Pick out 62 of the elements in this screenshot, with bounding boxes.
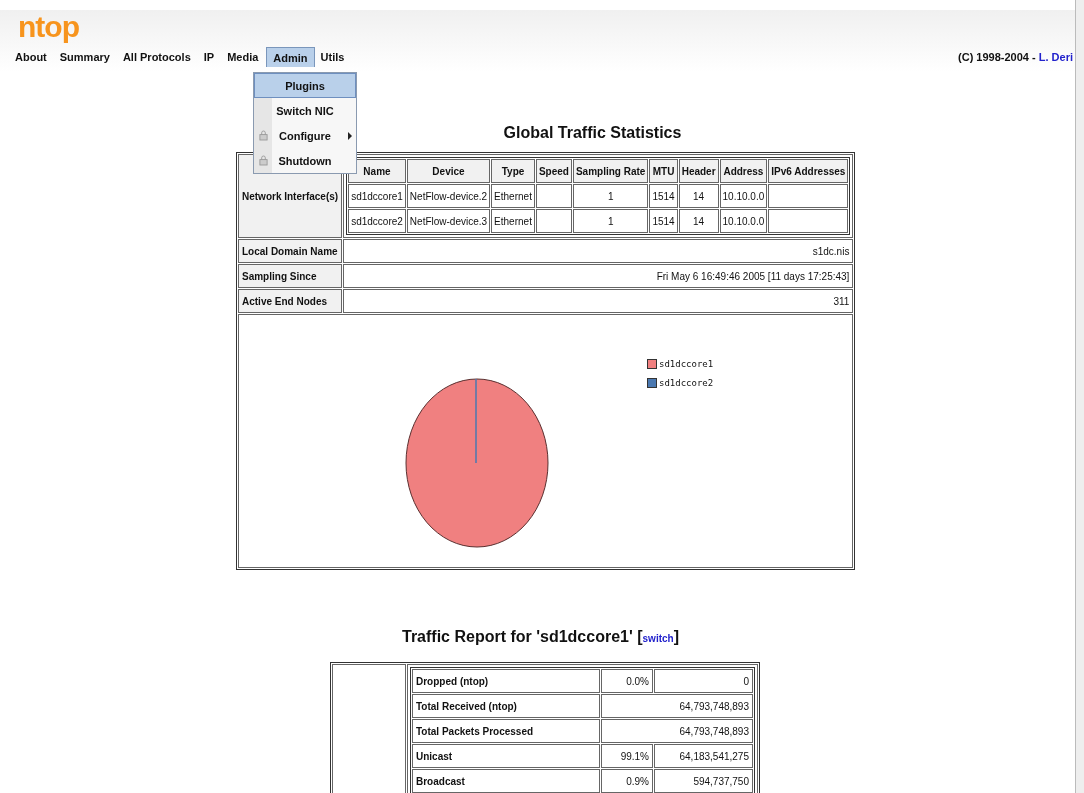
table-cell: 99.1%: [601, 744, 653, 768]
scrollbar[interactable]: [1075, 0, 1084, 793]
table-cell: 1: [572, 209, 649, 233]
menu-item[interactable]: Media: [226, 47, 266, 67]
row-label: Active End Nodes: [238, 289, 343, 313]
table-cell: sd1dccore2: [348, 209, 406, 233]
lock-icon: [259, 155, 268, 166]
table-cell: 14: [678, 209, 719, 233]
column-header: IPv6 Addresses: [768, 159, 849, 183]
table-cell: 594,737,750: [654, 769, 753, 793]
bracket-text: ]: [673, 628, 679, 645]
table-cell: 14: [678, 184, 719, 208]
column-header: MTU: [649, 159, 678, 183]
table-cell: 0.0%: [601, 669, 653, 693]
switch-link[interactable]: switch: [642, 633, 674, 644]
menu-item[interactable]: IP: [202, 47, 222, 67]
column-header: Address: [719, 159, 768, 183]
menu-item[interactable]: Admin: [266, 47, 315, 67]
table-cell: 10.10.0.0: [719, 184, 768, 208]
row-label: Broadcast: [412, 769, 600, 793]
row-label: Local Domain Name: [238, 239, 343, 263]
menu-item[interactable]: All Protocols: [121, 47, 198, 67]
table-cell: 311: [343, 289, 854, 313]
row-label: Dropped (ntop): [412, 669, 600, 693]
table-cell: 1: [572, 184, 649, 208]
table-cell: 64,793,748,893: [601, 719, 753, 743]
column-header: Speed: [535, 159, 572, 183]
table-cell: 10.10.0.0: [719, 209, 768, 233]
table-cell: NetFlow-device.3: [406, 209, 491, 233]
ntop-logo: ntop: [17, 10, 80, 44]
section-title: Global Traffic Statistics: [503, 124, 682, 142]
submenu-arrow-icon: [348, 132, 352, 140]
table-cell: s1dc.nis: [343, 239, 854, 263]
table-cell: NetFlow-device.2: [406, 184, 491, 208]
table-cell: Fri May 6 16:49:46 2005 [11 days 17:25:43]: [343, 264, 854, 288]
dropdown-item[interactable]: Plugins: [254, 73, 356, 98]
table-cell: 64,793,748,893: [601, 694, 753, 718]
row-label: Total Received (ntop): [412, 694, 600, 718]
copyright-text: (C) 1998-2004 -: [958, 51, 1037, 63]
column-header: Type: [491, 159, 535, 183]
table-cell: 0.9%: [601, 769, 653, 793]
row-label: Unicast: [412, 744, 600, 768]
column-header: Header: [678, 159, 719, 183]
section-title: Traffic Report for 'sd1dccore1' [: [402, 628, 643, 645]
table-cell: 0: [654, 669, 753, 693]
menu-item[interactable]: Utils: [319, 47, 352, 67]
lock-icon: [259, 130, 268, 141]
row-label: Sampling Since: [238, 264, 343, 288]
table-cell: Ethernet: [491, 184, 535, 208]
table-cell: sd1dccore1: [348, 184, 406, 208]
menu-item[interactable]: Summary: [58, 47, 117, 67]
legend-label: sd1dccore2: [659, 377, 714, 388]
table-cell: Ethernet: [491, 209, 535, 233]
row-label: Total Packets Processed: [412, 719, 600, 743]
column-header: Sampling Rate: [572, 159, 649, 183]
table-cell: 1514: [649, 184, 678, 208]
column-header: Device: [406, 159, 491, 183]
table-cell: 64,183,541,275: [654, 744, 753, 768]
author-link[interactable]: L. Deri: [1038, 51, 1073, 63]
menu-item[interactable]: About: [14, 47, 54, 67]
table-cell: 1514: [649, 209, 678, 233]
legend-label: sd1dccore1: [659, 358, 714, 369]
